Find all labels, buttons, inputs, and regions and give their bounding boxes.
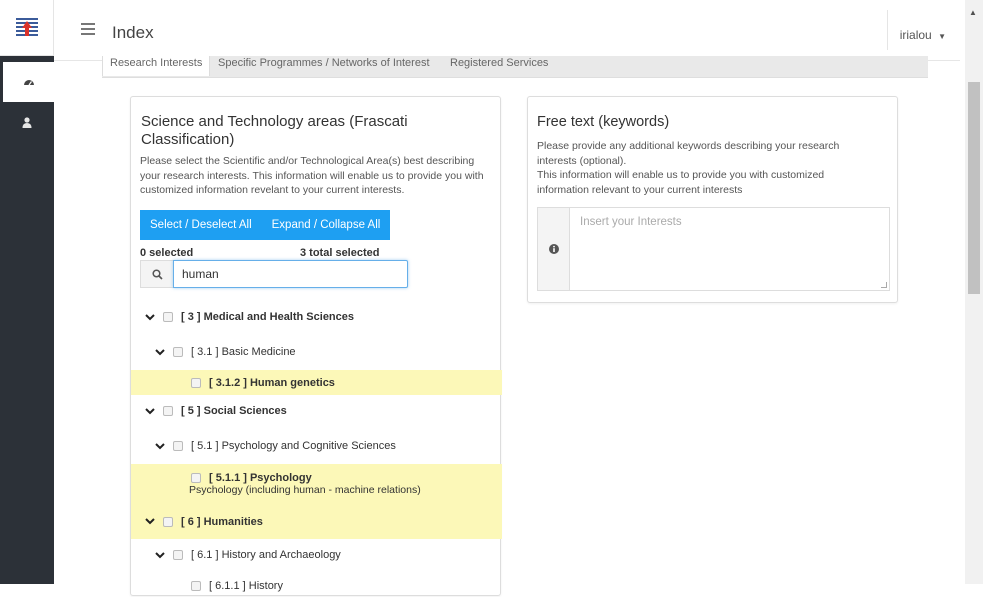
chevron-down-icon[interactable] <box>155 550 165 560</box>
frascati-title: Science and Technology areas (Frascati C… <box>141 113 408 148</box>
tree-checkbox[interactable] <box>191 377 201 388</box>
tree-node[interactable]: [ 6.1 ] History and Archaeology <box>131 540 502 570</box>
tree-node-label: [ 3.1.2 ] Human genetics <box>209 376 335 389</box>
search-icon <box>151 268 163 280</box>
free-text-title: Free text (keywords) <box>537 114 670 130</box>
tree-checkbox[interactable] <box>173 550 183 560</box>
chevron-down-icon[interactable] <box>145 312 155 322</box>
tree-node[interactable]: [ 6.1.1 ] History <box>131 575 502 597</box>
tree-checkbox[interactable] <box>163 312 173 322</box>
tree-node[interactable]: [ 3.1 ] Basic Medicine <box>131 337 502 367</box>
dashboard-icon <box>23 80 34 86</box>
tree-checkbox[interactable] <box>163 406 173 416</box>
free-text-panel: Free text (keywords) Please provide any … <box>527 96 898 303</box>
selected-count: 0 selected <box>140 247 194 259</box>
tree-node-label: [ 6.1.1 ] History <box>209 580 283 592</box>
chevron-down-icon[interactable] <box>155 347 165 357</box>
interests-textarea[interactable] <box>570 208 889 290</box>
scrollbar-thumb[interactable] <box>968 82 980 294</box>
sidebar <box>0 0 54 584</box>
interests-textarea-group <box>537 207 890 291</box>
tree-node-label: [ 5.1 ] Psychology and Cognitive Science… <box>191 440 396 452</box>
page-title: Index <box>112 23 154 42</box>
sidebar-item-dashboard[interactable] <box>0 62 54 102</box>
sidebar-item-profile[interactable] <box>0 102 54 142</box>
frascati-panel: Science and Technology areas (Frascati C… <box>130 96 502 597</box>
tree-node[interactable]: [ 5 ] Social Sciences <box>131 397 502 425</box>
tree-node-label: [ 3 ] Medical and Health Sciences <box>181 311 355 323</box>
info-addon <box>538 208 570 290</box>
scroll-up-arrow-icon[interactable]: ▲ <box>969 9 977 17</box>
tree-checkbox[interactable] <box>173 441 183 451</box>
top-navbar: Index irialou ▼ <box>54 0 960 61</box>
user-icon <box>22 116 32 128</box>
app-logo[interactable] <box>0 0 54 56</box>
caret-down-icon: ▼ <box>938 32 946 41</box>
menu-toggle-icon[interactable] <box>81 23 95 35</box>
tree-checkbox[interactable] <box>191 581 201 591</box>
select-deselect-all-button[interactable]: Select / Deselect All <box>140 210 262 240</box>
tree-node[interactable]: [ 6 ] Humanities <box>131 504 502 539</box>
tree-node-label: [ 3.1 ] Basic Medicine <box>191 346 296 358</box>
description-line: information relevant to your current int… <box>537 183 743 196</box>
tree-node-label: [ 5.1.1 ] Psychology <box>209 472 312 484</box>
free-text-description: Please provide any additional keywords d… <box>537 139 887 197</box>
tabs-bar: Research Interests Specific Programmes /… <box>102 56 928 78</box>
tree-node-description: Psychology (including human - machine re… <box>189 484 421 496</box>
tree-checkbox[interactable] <box>173 347 183 357</box>
tree-node[interactable]: [ 5.1.1 ] Psychology Psychology (includi… <box>131 464 502 504</box>
user-name: irialou <box>899 28 932 42</box>
expand-collapse-all-button[interactable]: Expand / Collapse All <box>262 210 391 240</box>
tab-research-interests[interactable]: Research Interests <box>102 56 211 76</box>
frascati-description: Please select the Scientific and/or Tech… <box>140 155 484 196</box>
tree-node-label: [ 6.1 ] History and Archaeology <box>191 549 341 561</box>
search-input[interactable] <box>173 260 408 288</box>
user-menu[interactable]: irialou ▼ <box>900 28 946 42</box>
navbar-divider <box>887 10 888 50</box>
description-line: Please provide any additional keywords d… <box>537 140 840 152</box>
tab-registered-services[interactable]: Registered Services <box>443 56 555 76</box>
total-selected-count: 3 total selected <box>300 247 380 259</box>
chevron-down-icon[interactable] <box>145 517 155 527</box>
resize-handle[interactable] <box>881 282 887 288</box>
tree-node-label: [ 6 ] Humanities <box>181 515 263 528</box>
tree-node[interactable]: [ 5.1 ] Psychology and Cognitive Science… <box>131 431 502 461</box>
page-scrollbar[interactable]: ▲ <box>965 0 983 584</box>
tree-node-label: [ 5 ] Social Sciences <box>181 405 287 417</box>
tree-node[interactable]: [ 3.1.2 ] Human genetics <box>131 370 502 395</box>
tree-checkbox[interactable] <box>163 516 173 527</box>
tree-search <box>140 260 408 288</box>
description-line: This information will enable us to provi… <box>537 169 825 181</box>
chevron-down-icon[interactable] <box>155 441 165 451</box>
description-line: interests (optional). <box>537 154 627 167</box>
tree-checkbox[interactable] <box>191 473 201 483</box>
logo-icon <box>15 17 38 36</box>
tree-actions: Select / Deselect All Expand / Collapse … <box>140 210 391 240</box>
search-addon <box>140 260 173 288</box>
tab-specific-programmes[interactable]: Specific Programmes / Networks of Intere… <box>211 56 437 76</box>
chevron-down-icon[interactable] <box>145 406 155 416</box>
tree-node[interactable]: [ 3 ] Medical and Health Sciences <box>131 302 502 332</box>
info-icon <box>548 244 559 254</box>
